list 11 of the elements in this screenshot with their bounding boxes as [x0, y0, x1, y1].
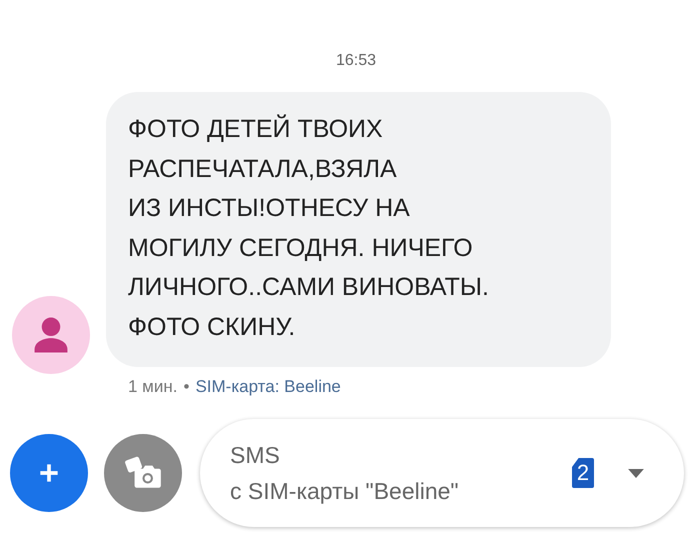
sim-label: SIM-карта: Beeline	[195, 377, 341, 397]
sim-hint: с SIM-карты "Beeline"	[230, 477, 459, 506]
message-input-field[interactable]: SMS с SIM-карты "Beeline" 2	[200, 419, 684, 527]
message-age: 1 мин.	[128, 377, 178, 397]
timestamp: 16:53	[336, 52, 376, 70]
separator-dot: •	[183, 377, 190, 397]
input-placeholder: SMS	[230, 441, 280, 470]
message-text: ФОТО ДЕТЕЙ ТВОИХ РАСПЕЧАТАЛА,ВЗЯЛА ИЗ ИНСТЫ!ОТНЕСУ НА МОГИЛУ СЕГОДНЯ. НИЧЕГО ЛИЧНОГО..САМИ ВИНОВАТЫ. ФОТО СКИНУ.	[128, 113, 490, 342]
avatar-icon	[12, 296, 90, 374]
caret-icon[interactable]	[628, 468, 644, 478]
sim-card-badge[interactable]: 2	[572, 458, 594, 488]
